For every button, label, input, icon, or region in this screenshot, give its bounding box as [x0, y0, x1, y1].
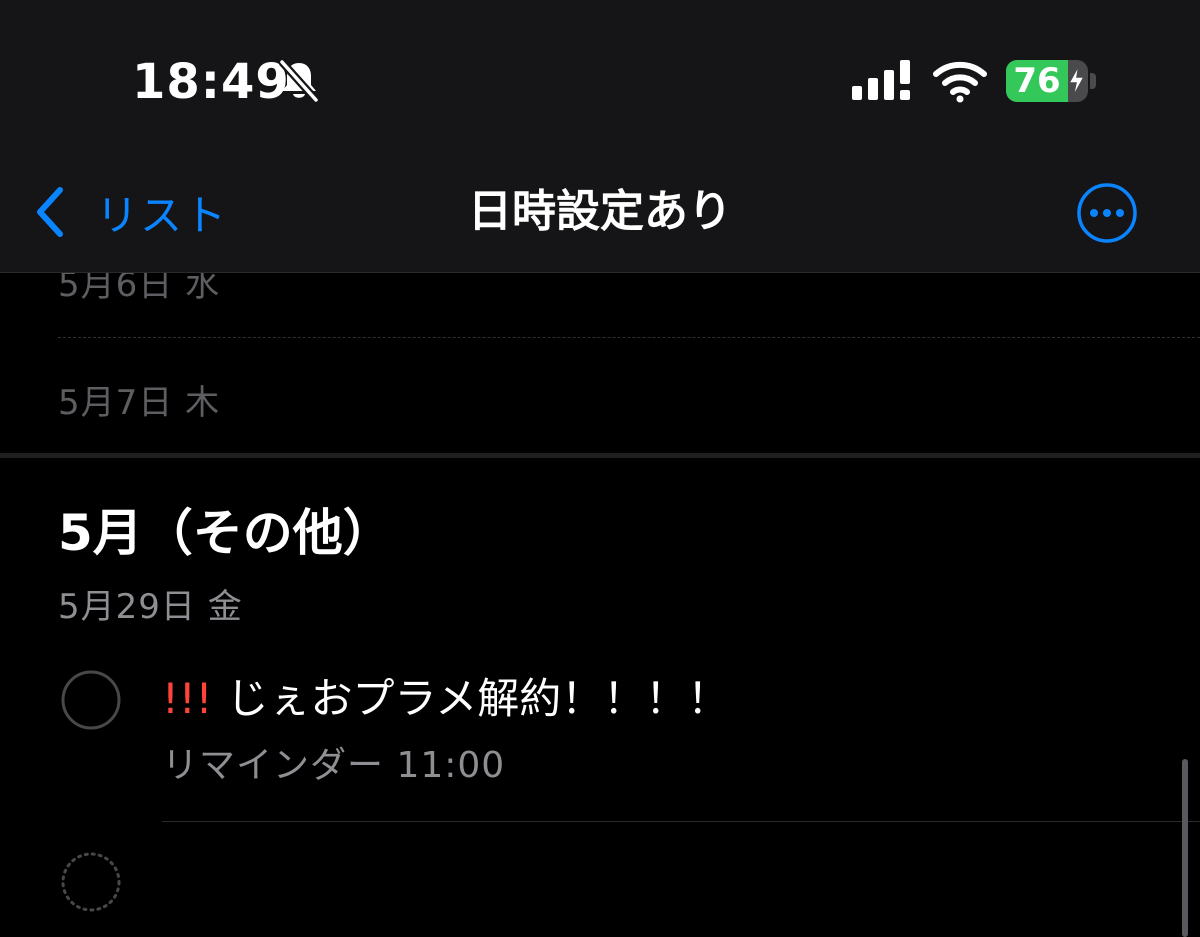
- battery-icon: 76: [1006, 60, 1088, 102]
- status-time: 18:49: [132, 54, 290, 110]
- bell-slash-icon: [279, 59, 319, 103]
- back-button-label: リスト: [96, 190, 229, 240]
- section-separator: [0, 453, 1200, 458]
- battery-level: 76: [1013, 61, 1061, 101]
- reminder-subtitle: リマインダー 11:00: [162, 745, 506, 786]
- reminder-title: じぇおプラメ解約！！！！: [226, 674, 730, 723]
- battery-cap: [1090, 73, 1096, 89]
- cellular-signal-icon: [852, 60, 910, 100]
- chevron-left-icon: [37, 187, 63, 237]
- reminder-list: 5月6日 水 5月7日 木 5月（その他） 5月29日 金 !!! じぇおプラメ解…: [0, 265, 1200, 937]
- day-header-may-7: 5月7日 木: [58, 383, 221, 423]
- back-button[interactable]: リスト: [32, 182, 228, 242]
- row-separator: [162, 821, 1200, 822]
- day-separator: [58, 337, 1200, 338]
- charging-bolt-icon: [1067, 64, 1086, 98]
- header: 18:49 76 リスト 日時設定あり: [0, 0, 1200, 273]
- scrollbar[interactable]: [1182, 759, 1188, 937]
- reminder-checkbox[interactable]: [60, 669, 122, 731]
- priority-indicator: !!!: [162, 674, 213, 723]
- ellipsis-circle-icon[interactable]: [1076, 182, 1138, 244]
- new-reminder-dotted-circle-icon[interactable]: [60, 851, 122, 913]
- reminders-screen: 5月6日 水 5月7日 木 5月（その他） 5月29日 金 !!! じぇおプラメ解…: [0, 0, 1200, 937]
- wifi-icon: [933, 61, 987, 103]
- section-date: 5月29日 金: [58, 587, 243, 627]
- section-title: 5月（その他）: [58, 504, 393, 562]
- reminder-item[interactable]: !!! じぇおプラメ解約！！！！: [162, 669, 729, 729]
